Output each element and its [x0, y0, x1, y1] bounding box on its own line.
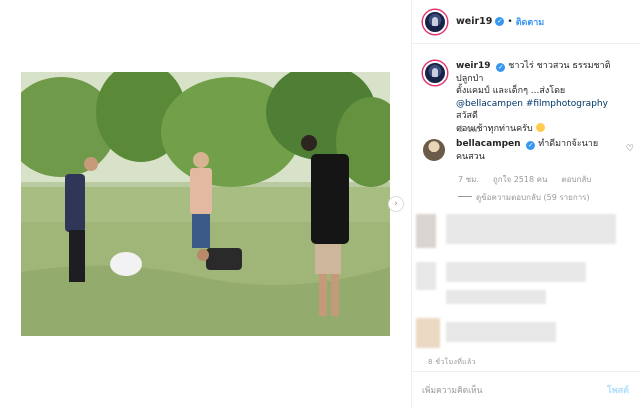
caption-time: 8 ชม.: [458, 125, 481, 135]
blurred-comment: [446, 322, 556, 342]
blurred-avatar: [416, 214, 436, 248]
header-separator: •: [507, 16, 513, 27]
caption-line2: ตั้งแคมป์ และเด็กๆ ...ส่งโดย: [456, 86, 566, 96]
post-header: weir19 ✓ • ติดตาม: [412, 0, 640, 44]
caption-mention-link[interactable]: @bellacampen: [456, 99, 523, 109]
blurred-comment: [446, 262, 586, 282]
blurred-comment: [446, 290, 546, 304]
commenter-avatar[interactable]: [423, 139, 445, 161]
verified-badge-icon: ✓: [526, 141, 536, 150]
verified-badge-icon: ✓: [496, 63, 506, 72]
add-comment-input[interactable]: เพิ่มความคิดเห็น: [422, 383, 482, 397]
comment-item: bellacampen ✓ ทำดีมากจ้ะนาย คนสวน ♡: [423, 138, 638, 163]
commenter-username[interactable]: bellacampen: [456, 139, 521, 149]
comment-meta: 7 ชม. ถูกใจ 2518 คน ตอบกลับ: [458, 173, 591, 186]
blurred-avatar: [416, 318, 440, 348]
caption-hashtag-link[interactable]: #filmphotography: [526, 99, 608, 109]
author-avatar[interactable]: [423, 9, 447, 34]
heart-icon[interactable]: ♡: [626, 144, 634, 154]
blurred-avatar: [416, 262, 436, 290]
media-area: ›: [0, 0, 411, 408]
caption-text: weir19 ✓ ชาวไร่ ชาวสวน ธรรมชาติ ปลูกป่า …: [456, 60, 628, 135]
post-sidebar: weir19 ✓ • ติดตาม weir19 ✓ ชาวไร่ ชาวสวน…: [411, 0, 640, 408]
author-username[interactable]: weir19: [456, 16, 492, 27]
post-timestamp: 8 ชั่วโมงที่แล้ว: [428, 358, 476, 366]
comment-likes[interactable]: ถูกใจ 2518 คน: [493, 173, 548, 186]
caption-username[interactable]: weir19: [456, 61, 490, 71]
verified-badge-icon: ✓: [495, 17, 505, 26]
caption-avatar[interactable]: [423, 61, 447, 85]
comment-text: bellacampen ✓ ทำดีมากจ้ะนาย คนสวน: [456, 138, 616, 163]
next-image-button[interactable]: ›: [388, 196, 404, 212]
chevron-right-icon: ›: [394, 198, 398, 209]
caption-line3-tail: สวัสดี: [456, 111, 478, 121]
instagram-post: › weir19 ✓ • ติดตาม weir19 ✓ ชาวไร่ ชาวส…: [0, 0, 640, 408]
post-comment-button[interactable]: โพสต์: [607, 383, 629, 397]
view-replies-button[interactable]: ดูข้อความตอบกลับ (59 รายการ): [458, 191, 590, 204]
comment-time: 7 ชม.: [458, 175, 479, 184]
comment-composer: เพิ่มความคิดเห็น โพสต์: [412, 371, 640, 408]
smile-emoji-icon: [535, 122, 545, 132]
caption: weir19 ✓ ชาวไร่ ชาวสวน ธรรมชาติ ปลูกป่า …: [423, 60, 633, 135]
comment-body: ทำดีมากจ้ะนาย: [538, 139, 599, 149]
comment-body-line2: คนสวน: [456, 151, 485, 162]
follow-button[interactable]: ติดตาม: [516, 15, 545, 29]
blurred-comment: [446, 214, 616, 244]
post-photo: [21, 72, 390, 336]
reply-button[interactable]: ตอบกลับ: [561, 173, 591, 186]
